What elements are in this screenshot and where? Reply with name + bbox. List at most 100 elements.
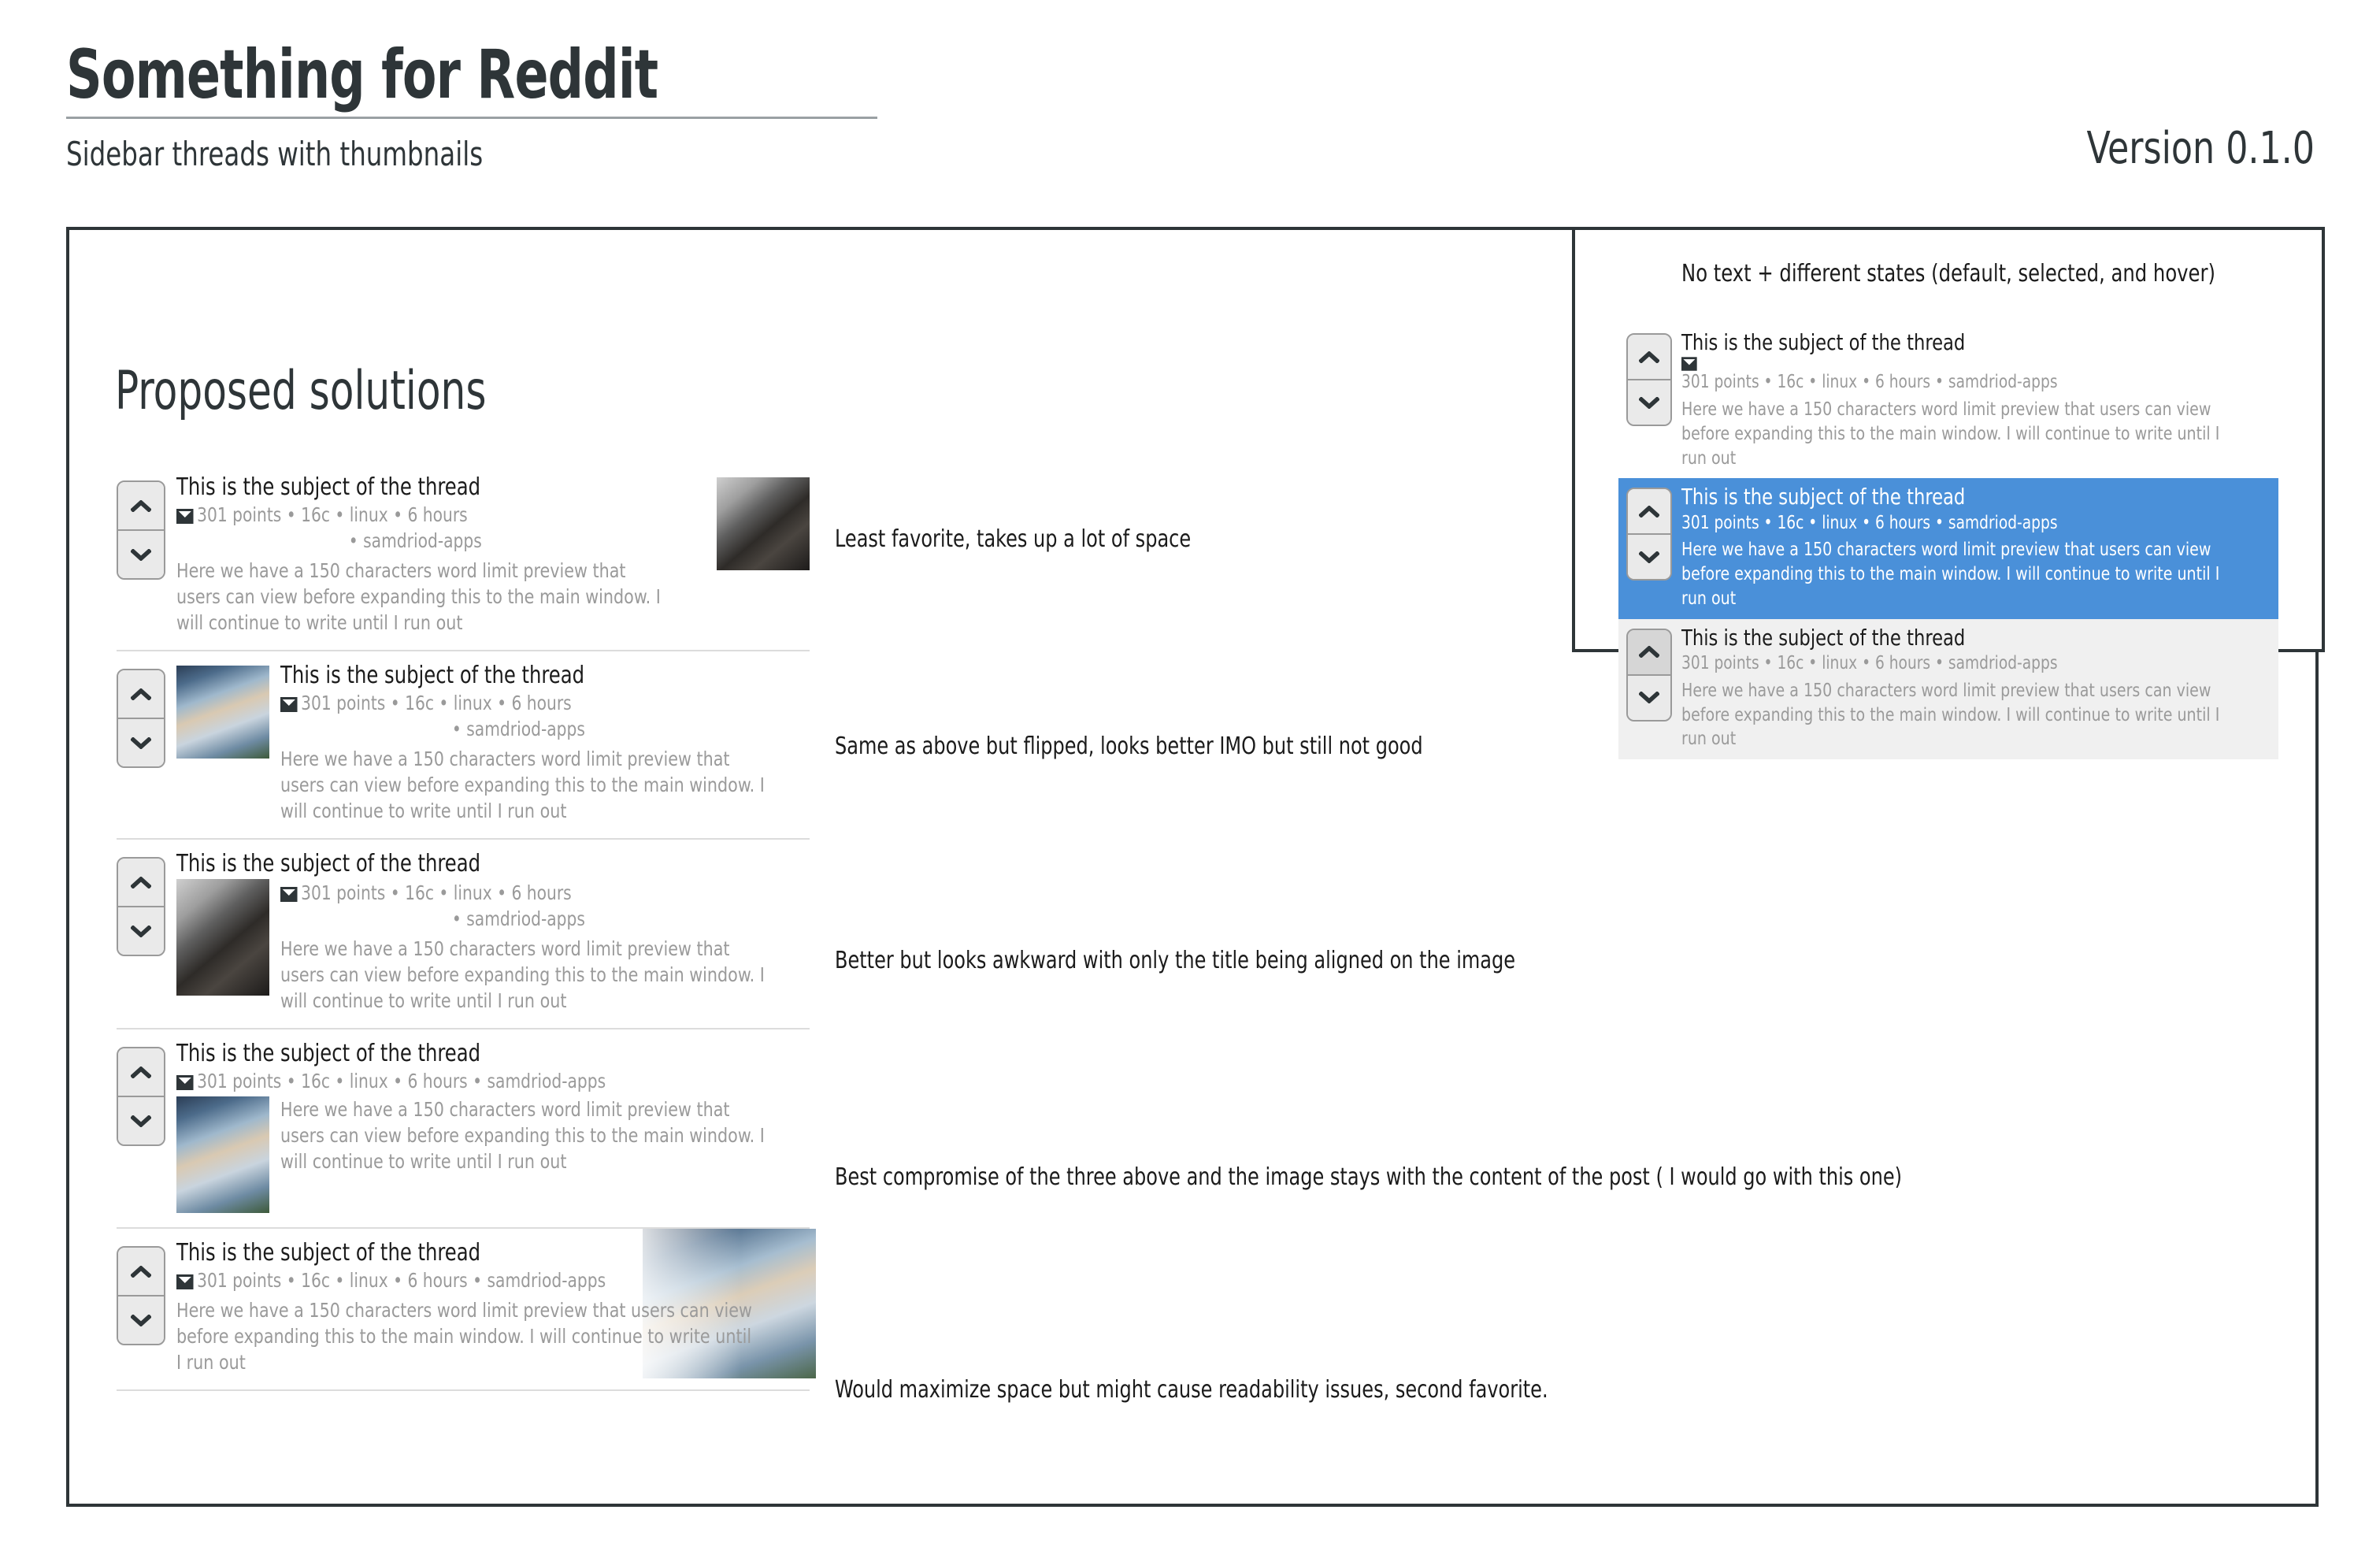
chevron-down-icon bbox=[131, 1115, 151, 1127]
thread-meta-text: 301 points • 16c • linux • 6 hours • sam… bbox=[1681, 372, 2058, 393]
upvote-button[interactable] bbox=[118, 1048, 164, 1098]
states-panel-caption: No text + different states (default, sel… bbox=[1681, 260, 2215, 287]
upvote-button[interactable] bbox=[118, 482, 164, 531]
section-heading: Proposed solutions bbox=[115, 360, 487, 422]
envelope-icon bbox=[280, 886, 298, 902]
thread-preview: Here we have a 150 characters word limit… bbox=[280, 937, 765, 1013]
page-subtitle: Sidebar threads with thumbnails bbox=[66, 135, 484, 174]
downvote-button[interactable] bbox=[1628, 380, 1670, 425]
envelope-icon bbox=[176, 508, 194, 524]
thread-thumbnail[interactable] bbox=[717, 477, 810, 570]
thread-item[interactable]: This is the subject of the thread 301 po… bbox=[117, 840, 810, 1030]
thread-item[interactable]: This is the subject of the thread 301 po… bbox=[117, 1029, 810, 1230]
state-row-hover[interactable]: This is the subject of the thread 301 po… bbox=[1618, 618, 2278, 760]
upvote-button[interactable] bbox=[118, 859, 164, 908]
vote-buttons[interactable] bbox=[1626, 488, 1672, 581]
thread-title[interactable]: This is the subject of the thread bbox=[176, 474, 654, 501]
downvote-button[interactable] bbox=[118, 907, 164, 955]
downvote-button[interactable] bbox=[118, 719, 164, 767]
envelope-icon bbox=[1681, 357, 2211, 371]
vote-buttons[interactable] bbox=[117, 1246, 165, 1346]
thread-meta-line-2: • samdriod-apps bbox=[451, 717, 585, 740]
thread-title[interactable]: This is the subject of the thread bbox=[176, 1041, 747, 1067]
vote-buttons[interactable] bbox=[1626, 628, 1672, 722]
thread-meta: 301 points • 16c • linux • 6 hours • sam… bbox=[1681, 512, 2058, 533]
chevron-up-icon bbox=[131, 876, 151, 888]
envelope-icon bbox=[176, 1274, 194, 1289]
envelope-icon bbox=[176, 1074, 194, 1090]
upvote-button[interactable] bbox=[118, 670, 164, 720]
title-divider bbox=[66, 117, 877, 120]
thread-meta-text: 301 points • 16c • linux • 6 hours bbox=[197, 503, 468, 526]
thread-thumbnail[interactable] bbox=[176, 666, 269, 759]
vote-buttons[interactable] bbox=[117, 669, 165, 769]
page-title: Something for Reddit bbox=[66, 35, 658, 114]
state-row-selected[interactable]: This is the subject of the thread 301 po… bbox=[1618, 478, 2278, 619]
thread-meta-line-1: 301 points • 16c • linux • 6 hours • sam… bbox=[176, 1069, 747, 1093]
thread-thumbnail[interactable] bbox=[176, 878, 269, 996]
thread-meta-line-1: 301 points • 16c • linux • 6 hours bbox=[280, 881, 757, 905]
chevron-up-icon bbox=[131, 688, 151, 700]
thread-meta-text: 301 points • 16c • linux • 6 hours • sam… bbox=[197, 1069, 606, 1092]
thread-title[interactable]: This is the subject of the thread bbox=[176, 1240, 747, 1267]
downvote-button[interactable] bbox=[1628, 535, 1670, 580]
chevron-up-icon bbox=[131, 499, 151, 512]
chevron-down-icon bbox=[1639, 551, 1659, 563]
vote-buttons[interactable] bbox=[117, 857, 165, 957]
thread-title[interactable]: This is the subject of the thread bbox=[176, 851, 747, 877]
thread-preview: Here we have a 150 characters word limit… bbox=[280, 1098, 765, 1174]
chevron-down-icon bbox=[1639, 396, 1659, 409]
slide-canvas: Something for Reddit Sidebar threads wit… bbox=[0, 0, 2380, 1558]
thread-title[interactable]: This is the subject of the thread bbox=[1681, 329, 2211, 355]
annotation-3: Better but looks awkward with only the t… bbox=[835, 947, 1516, 974]
chevron-up-icon bbox=[131, 1265, 151, 1278]
upvote-button[interactable] bbox=[1628, 335, 1670, 380]
chevron-down-icon bbox=[131, 1314, 151, 1326]
downvote-button[interactable] bbox=[118, 1097, 164, 1145]
vote-buttons[interactable] bbox=[117, 480, 165, 580]
thread-meta-text: 301 points • 16c • linux • 6 hours bbox=[301, 881, 572, 904]
solutions-list: This is the subject of the thread 301 po… bbox=[117, 463, 816, 1391]
thread-preview: Here we have a 150 characters word limit… bbox=[1681, 540, 2220, 609]
chevron-up-icon bbox=[1639, 351, 1659, 363]
upvote-button[interactable] bbox=[118, 1248, 164, 1297]
state-row-default[interactable]: This is the subject of the thread 301 po… bbox=[1618, 324, 2278, 478]
thread-title[interactable]: This is the subject of the thread bbox=[280, 662, 757, 689]
vote-buttons[interactable] bbox=[1626, 333, 1672, 426]
thread-thumbnail[interactable] bbox=[176, 1096, 269, 1214]
thread-meta-line-1: 301 points • 16c • linux • 6 hours bbox=[176, 503, 654, 527]
thread-meta-line-2: • samdriod-apps bbox=[451, 907, 585, 931]
downvote-button[interactable] bbox=[1628, 675, 1670, 720]
thread-meta-line-1: 301 points • 16c • linux • 6 hours • sam… bbox=[176, 1268, 747, 1293]
downvote-button[interactable] bbox=[118, 531, 164, 578]
upvote-button[interactable] bbox=[1628, 629, 1670, 676]
thread-preview: Here we have a 150 characters word limit… bbox=[176, 559, 661, 635]
annotation-2: Same as above but flipped, looks better … bbox=[835, 733, 1423, 760]
thread-meta: 301 points • 16c • linux • 6 hours • sam… bbox=[1681, 357, 2211, 394]
version-label: Version 0.1.0 bbox=[2086, 123, 2315, 175]
thread-item[interactable]: This is the subject of the thread 301 po… bbox=[117, 1229, 816, 1391]
downvote-button[interactable] bbox=[118, 1296, 164, 1345]
thread-item[interactable]: This is the subject of the thread 301 po… bbox=[117, 463, 810, 652]
upvote-button[interactable] bbox=[1628, 489, 1670, 536]
chevron-down-icon bbox=[131, 925, 151, 937]
annotation-1: Least favorite, takes up a lot of space bbox=[835, 525, 1192, 553]
chevron-up-icon bbox=[1639, 646, 1659, 658]
content-frame: Proposed solutions This is the subject o… bbox=[66, 227, 2325, 1507]
thread-title[interactable]: This is the subject of the thread bbox=[1681, 625, 2211, 651]
envelope-icon bbox=[280, 696, 298, 712]
chevron-up-icon bbox=[131, 1066, 151, 1078]
annotation-4: Best compromise of the three above and t… bbox=[835, 1163, 1902, 1191]
thread-meta: 301 points • 16c • linux • 6 hours • sam… bbox=[1681, 652, 2058, 673]
thread-meta-line-1: 301 points • 16c • linux • 6 hours bbox=[280, 691, 757, 715]
chevron-down-icon bbox=[131, 548, 151, 561]
thread-item[interactable]: This is the subject of the thread 301 po… bbox=[117, 651, 810, 840]
thread-title[interactable]: This is the subject of the thread bbox=[1681, 484, 2211, 510]
chevron-up-icon bbox=[1639, 505, 1659, 517]
vote-buttons[interactable] bbox=[117, 1047, 165, 1147]
thread-preview: Here we have a 150 characters word limit… bbox=[1681, 399, 2220, 469]
thread-preview: Here we have a 150 characters word limit… bbox=[176, 1298, 752, 1374]
thread-meta-text: 301 points • 16c • linux • 6 hours bbox=[301, 691, 572, 714]
header: Something for Reddit Sidebar threads wit… bbox=[66, 39, 2319, 172]
thread-preview: Here we have a 150 characters word limit… bbox=[280, 747, 765, 823]
